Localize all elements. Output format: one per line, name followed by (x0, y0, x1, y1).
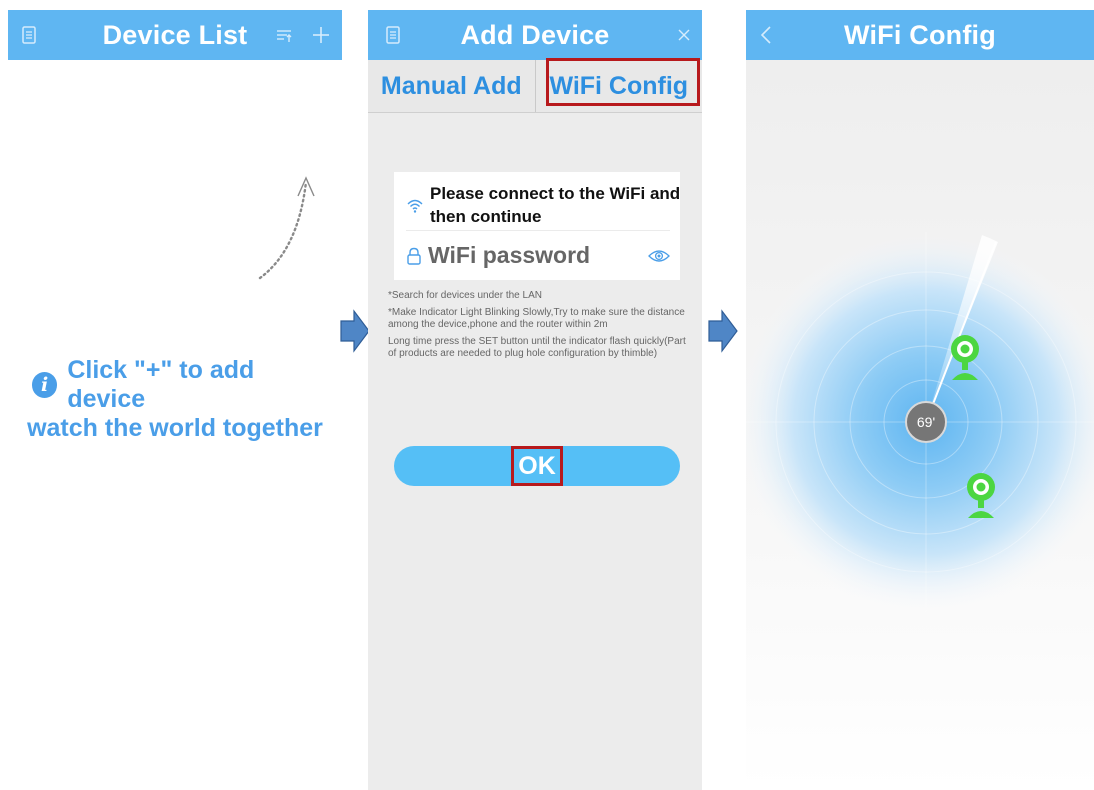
document-icon[interactable] (386, 10, 400, 60)
hint-line-1: Click "+" to add device (67, 356, 255, 413)
ok-label: OK (511, 446, 563, 486)
note-line: Long time press the SET button until the… (388, 336, 686, 359)
angle-readout: 69' (905, 401, 947, 443)
close-icon[interactable] (678, 10, 690, 60)
instructions: *Search for devices under the LAN *Make … (388, 290, 688, 360)
next-step-arrow-icon (708, 309, 738, 353)
page-title: Device List (102, 19, 248, 50)
tab-manual-add[interactable]: Manual Add (368, 60, 536, 112)
info-icon: i (32, 372, 58, 398)
add-device-screen: Add Device Manual Add WiFi Config Please… (368, 10, 702, 790)
sort-icon[interactable] (276, 10, 292, 60)
tab-highlight-box (546, 58, 700, 106)
eye-icon[interactable] (648, 249, 670, 263)
wifi-password-field[interactable]: WiFi password (406, 242, 670, 269)
note-line: *Make Indicator Light Blinking Slowly,Tr… (388, 307, 685, 330)
document-icon[interactable] (22, 10, 36, 60)
radar-scanner (746, 232, 1094, 612)
wifi-icon (407, 199, 423, 213)
add-device-header: Add Device (368, 10, 702, 60)
camera-icon[interactable] (964, 470, 998, 520)
wifi-card: Please connect to the WiFi and then cont… (394, 172, 680, 280)
next-step-arrow-icon (340, 309, 370, 353)
device-list-header: Device List (8, 10, 342, 60)
page-title: Add Device (460, 19, 610, 50)
note-line: *Search for devices under the LAN (388, 290, 542, 301)
ok-button[interactable]: OK (394, 446, 680, 486)
password-placeholder: WiFi password (428, 242, 591, 268)
divider (406, 230, 670, 231)
wifi-prompt: Please connect to the WiFi and then cont… (430, 184, 681, 226)
dotted-arrow-icon (258, 176, 315, 280)
plus-icon[interactable] (312, 10, 330, 60)
hint-line-2: watch the world together (27, 414, 323, 442)
camera-icon[interactable] (948, 332, 982, 382)
device-list-screen: Device List i Click "+" to add device wa… (8, 10, 342, 790)
add-device-hint: i Click "+" to add device (32, 356, 332, 414)
lock-icon (407, 247, 421, 265)
wifi-config-screen: WiFi Config 69' (746, 10, 1094, 790)
